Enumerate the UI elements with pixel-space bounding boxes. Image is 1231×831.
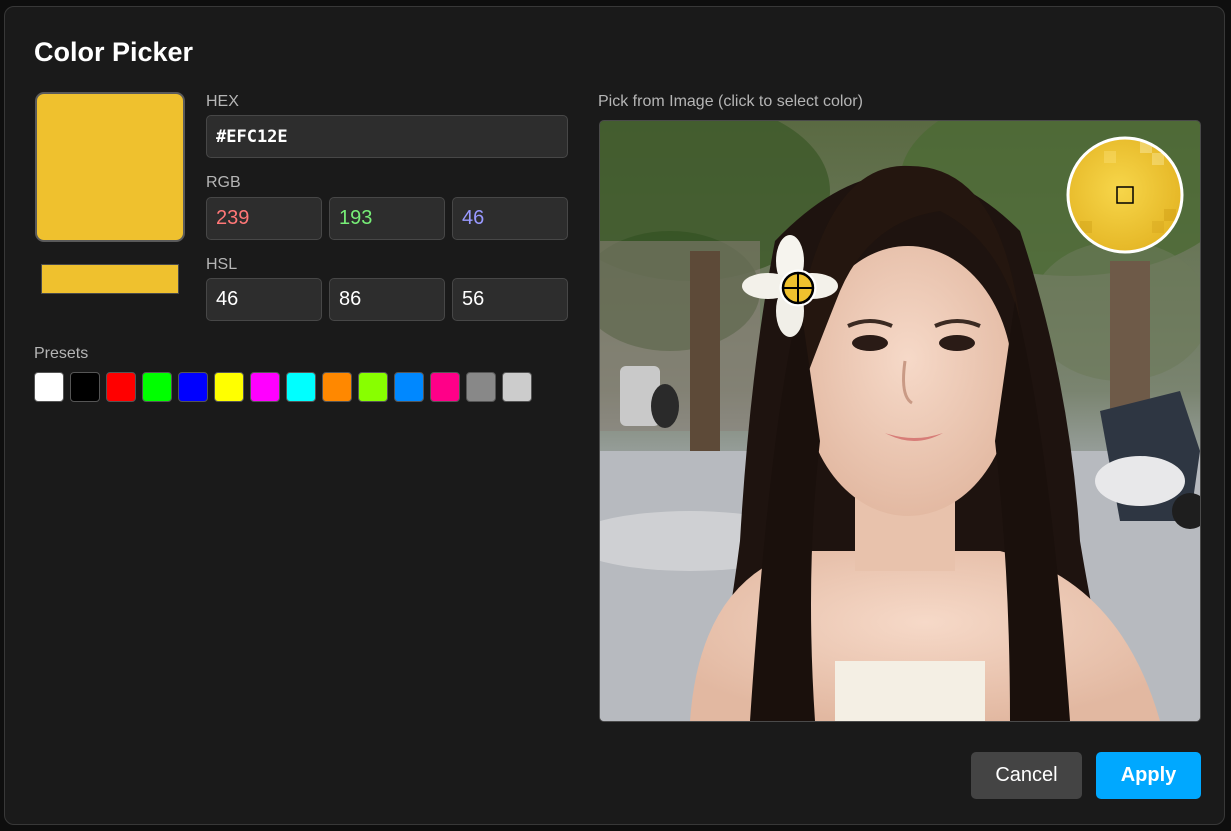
presets-palette xyxy=(34,372,532,402)
pick-image-canvas[interactable] xyxy=(599,120,1201,722)
preset-swatch[interactable] xyxy=(466,372,496,402)
preset-swatch[interactable] xyxy=(502,372,532,402)
preset-swatch[interactable] xyxy=(142,372,172,402)
hsl-lightness-input[interactable] xyxy=(452,278,568,321)
rgb-label: RGB xyxy=(206,174,241,191)
apply-button[interactable]: Apply xyxy=(1096,752,1201,799)
hex-input[interactable] xyxy=(206,115,568,158)
preset-swatch[interactable] xyxy=(178,372,208,402)
preset-swatch[interactable] xyxy=(322,372,352,402)
hsl-hue-input[interactable] xyxy=(206,278,322,321)
current-color-swatch xyxy=(35,92,185,242)
rgb-blue-input[interactable] xyxy=(452,197,568,240)
hex-label: HEX xyxy=(206,93,239,110)
photo-illustration[interactable] xyxy=(600,121,1200,721)
dialog-title: Color Picker xyxy=(34,37,194,67)
preset-swatch[interactable] xyxy=(394,372,424,402)
presets-label: Presets xyxy=(34,345,89,362)
color-picker-dialog: Color Picker HEX RGB HSL Presets Pick fr… xyxy=(4,6,1225,825)
cancel-button[interactable]: Cancel xyxy=(971,752,1082,799)
hsl-label: HSL xyxy=(206,256,238,273)
color-preview-bar xyxy=(41,264,179,294)
magnifier-loupe xyxy=(1066,136,1184,254)
crosshair-icon[interactable] xyxy=(779,269,817,307)
rgb-green-input[interactable] xyxy=(329,197,445,240)
preset-swatch[interactable] xyxy=(250,372,280,402)
preset-swatch[interactable] xyxy=(358,372,388,402)
preset-swatch[interactable] xyxy=(214,372,244,402)
hsl-saturation-input[interactable] xyxy=(329,278,445,321)
preset-swatch[interactable] xyxy=(286,372,316,402)
preset-swatch[interactable] xyxy=(70,372,100,402)
preset-swatch[interactable] xyxy=(430,372,460,402)
rgb-red-input[interactable] xyxy=(206,197,322,240)
preset-swatch[interactable] xyxy=(106,372,136,402)
preset-swatch[interactable] xyxy=(34,372,64,402)
image-picker-label: Pick from Image (click to select color) xyxy=(598,93,863,110)
